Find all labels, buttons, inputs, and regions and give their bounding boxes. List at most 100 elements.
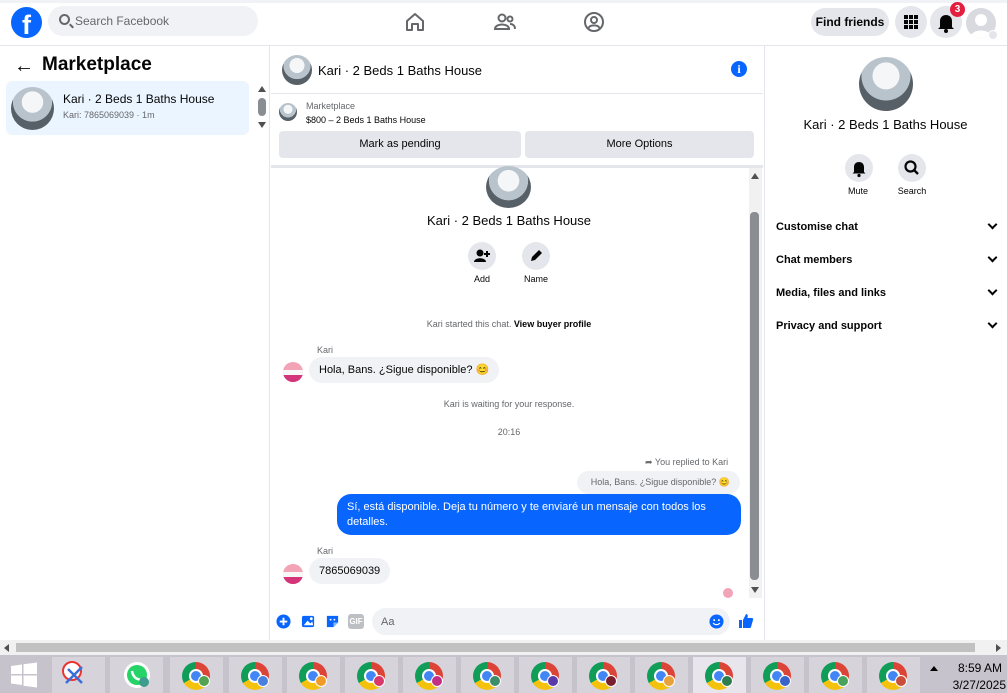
conversation-list-panel: [0, 46, 270, 640]
taskbar-chrome[interactable]: [751, 657, 804, 693]
menu-label: Customise chat: [776, 221, 858, 233]
replied-to-text: You replied to Kari: [654, 457, 729, 467]
taskbar-chrome[interactable]: [635, 657, 688, 693]
chevron-down-icon: [987, 252, 998, 263]
scrollbar-thumb[interactable]: [258, 98, 266, 116]
back-arrow-icon[interactable]: ←: [14, 56, 34, 76]
like-thumb-icon[interactable]: [737, 612, 755, 630]
groups-icon[interactable]: [581, 9, 607, 35]
more-options-button[interactable]: More Options: [525, 131, 754, 158]
chat-scrollbar-thumb[interactable]: [750, 212, 759, 580]
mark-as-pending-button[interactable]: Mark as pending: [279, 131, 521, 158]
emoji-icon[interactable]: [709, 614, 724, 629]
message-bubble[interactable]: 7865069039: [309, 558, 391, 584]
search-in-chat-button[interactable]: [898, 154, 926, 182]
sticker-icon[interactable]: [325, 614, 340, 629]
taskbar-chrome[interactable]: [867, 657, 920, 693]
profile-badge-icon: [547, 675, 559, 687]
profile-badge-icon: [315, 675, 327, 687]
clock-date[interactable]: 3/27/2025: [950, 678, 1006, 692]
taskbar-chrome[interactable]: [403, 657, 456, 693]
profile-badge-icon: [257, 675, 269, 687]
my-message-bubble[interactable]: Sí, está disponible. Deja tu número y te…: [337, 494, 741, 535]
details-title: Kari · 2 Beds 1 Baths House: [803, 117, 968, 132]
search-icon: [59, 14, 70, 25]
listing-price[interactable]: $800 – 2 Beds 1 Baths House: [306, 115, 426, 125]
mute-button[interactable]: [845, 154, 873, 182]
facebook-logo[interactable]: f: [11, 7, 42, 38]
chevron-down-icon: [987, 318, 998, 329]
account-chevron-icon[interactable]: [988, 30, 998, 40]
scroll-right-icon[interactable]: [996, 644, 1001, 652]
started-text: Kari started this chat.: [426, 319, 512, 329]
info-icon[interactable]: i: [731, 61, 747, 77]
gif-button[interactable]: GIF: [348, 614, 364, 629]
search-label: Search: [897, 186, 927, 196]
listing-label: Marketplace: [306, 101, 356, 111]
taskbar-chrome[interactable]: [461, 657, 514, 693]
taskbar-chrome-active[interactable]: [693, 657, 746, 693]
taskbar-chrome[interactable]: [229, 657, 282, 693]
rename-button[interactable]: [522, 242, 550, 270]
taskbar-chrome[interactable]: [170, 657, 223, 693]
listing-thumbnail-small[interactable]: [279, 103, 297, 121]
taskbar-chrome[interactable]: [287, 657, 340, 693]
plus-icon[interactable]: [276, 614, 291, 629]
search-icon: [904, 160, 919, 175]
mute-label: Mute: [847, 186, 868, 196]
home-icon[interactable]: [402, 9, 428, 35]
chat-members-row[interactable]: Chat members: [776, 251, 998, 271]
chat-details-panel: [764, 46, 1007, 640]
profile-badge-icon: [605, 675, 617, 687]
listing-thumbnail: [11, 87, 54, 130]
view-buyer-profile-link[interactable]: View buyer profile: [514, 319, 591, 329]
quoted-message[interactable]: Hola, Bans. ¿Sigue disponible? 😊: [577, 471, 740, 494]
privacy-support-row[interactable]: Privacy and support: [776, 317, 998, 337]
chat-avatar[interactable]: [282, 55, 312, 85]
media-files-links-row[interactable]: Media, files and links: [776, 284, 998, 304]
menu-button[interactable]: [895, 6, 927, 38]
profile-badge-icon: [489, 675, 501, 687]
reply-arrow-icon: ➦: [645, 457, 653, 467]
chat-title[interactable]: Kari · 2 Beds 1 Baths House: [318, 63, 482, 78]
scissors-app-icon: [62, 661, 83, 684]
details-avatar: [859, 57, 913, 111]
message-input[interactable]: [381, 608, 701, 635]
scroll-down-icon[interactable]: [751, 587, 759, 593]
profile-badge-icon: [373, 675, 385, 687]
search-input[interactable]: [75, 6, 250, 36]
profile-badge-icon: [198, 675, 210, 687]
taskbar-chrome[interactable]: [519, 657, 572, 693]
menu-label: Chat members: [776, 254, 853, 266]
clock-time[interactable]: 8:59 AM: [950, 661, 1002, 675]
taskbar-chrome[interactable]: [577, 657, 630, 693]
add-person-icon: [474, 249, 490, 262]
scroll-up-icon[interactable]: [258, 86, 266, 92]
scroll-up-icon[interactable]: [751, 173, 759, 179]
search-box[interactable]: [48, 6, 258, 36]
find-friends-button[interactable]: Find friends: [811, 8, 889, 36]
horizontal-scrollbar-thumb[interactable]: [16, 643, 975, 652]
customise-chat-row[interactable]: Customise chat: [776, 218, 998, 238]
tray-expand-icon[interactable]: [930, 666, 938, 671]
taskbar-app-whatsapp[interactable]: [110, 657, 163, 693]
conversation-preview: Kari: 7865069039 · 1m: [63, 110, 155, 120]
friends-icon[interactable]: [492, 9, 518, 35]
profile-badge-icon: [895, 675, 907, 687]
sender-avatar[interactable]: [283, 362, 303, 382]
conversation-name: Kari · 2 Beds 1 Baths House: [63, 92, 215, 106]
photo-icon[interactable]: [301, 614, 316, 629]
sender-avatar[interactable]: [283, 564, 303, 584]
taskbar-chrome[interactable]: [345, 657, 398, 693]
taskbar-chrome[interactable]: [809, 657, 862, 693]
scroll-left-icon[interactable]: [4, 644, 9, 652]
scroll-down-icon[interactable]: [258, 122, 266, 128]
add-member-button[interactable]: [468, 242, 496, 270]
sender-photo-icon: [283, 370, 303, 382]
windows-start-icon[interactable]: [9, 662, 39, 688]
taskbar-app-snipping[interactable]: [52, 657, 105, 693]
grid-menu-icon: [904, 15, 918, 29]
menu-label: Privacy and support: [776, 320, 882, 332]
message-field[interactable]: [372, 608, 730, 635]
message-bubble[interactable]: Hola, Bans. ¿Sigue disponible? 😊: [309, 357, 500, 383]
